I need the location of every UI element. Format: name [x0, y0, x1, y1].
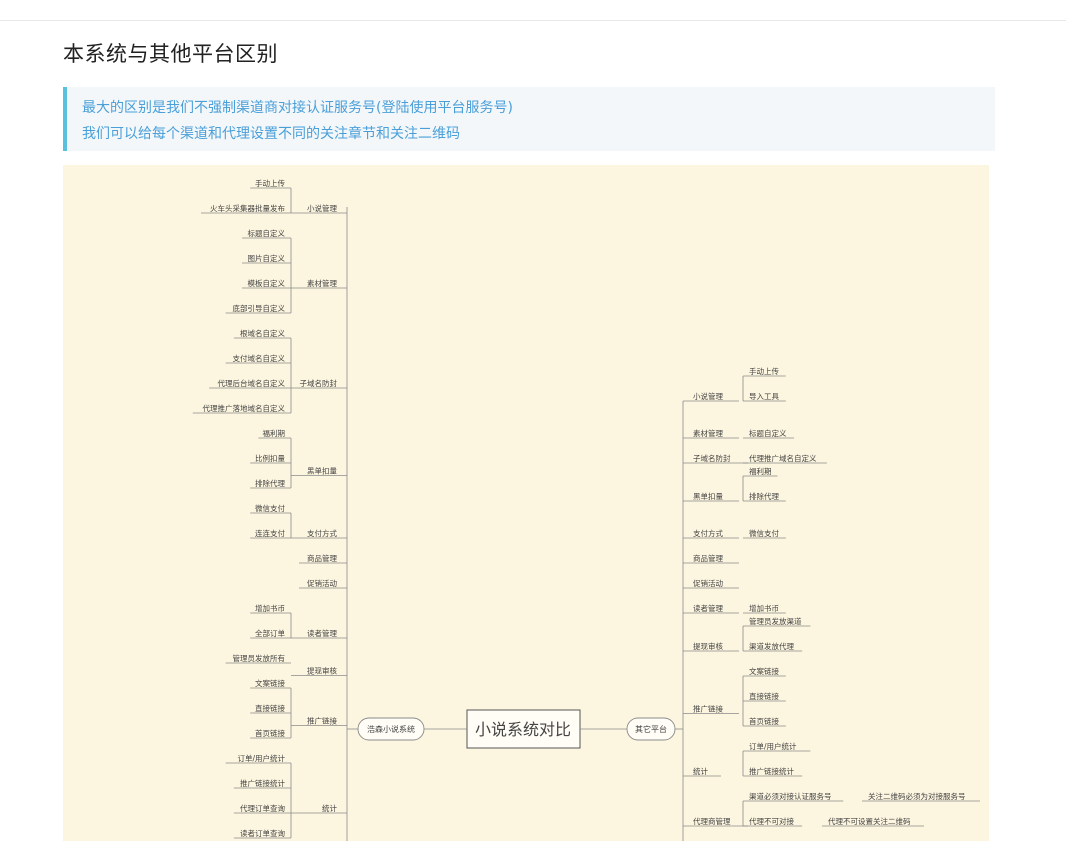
root-label: 小说系统对比 [475, 720, 571, 739]
left-leaf-3-1: 比例扣量 [255, 453, 285, 463]
left-leaf-2-3: 代理推广落地域名自定义 [203, 403, 286, 413]
right-leaf-9-2: 首页链接 [749, 716, 779, 726]
left-leaf-4-0: 微信支付 [255, 503, 285, 513]
right-leaf-3-1: 排除代理 [749, 491, 779, 501]
right-leaf-9-0: 文案链接 [749, 666, 779, 676]
left-leaf-7-0: 增加书币 [255, 603, 285, 613]
left-leaf-1-0: 标题自定义 [248, 228, 286, 238]
right-leaf-3-0: 福利期 [749, 466, 772, 476]
note-line-1: 最大的区别是我们不强制渠道商对接认证服务号(登陆使用平台服务号) [82, 100, 513, 116]
left-leaf-1-2: 模板自定义 [248, 278, 286, 288]
right-leaf-10-1: 推广链接统计 [749, 766, 794, 776]
right-leaf-8-1: 渠道发放代理 [749, 641, 794, 651]
left-leaf-2-0: 根域名自定义 [240, 328, 285, 338]
left-leaf-4-1: 连连支付 [255, 528, 285, 538]
mindmap-image: 手动上传 火车头采集器批量发布 小说管理 标题自定义 图片自定义 模板自定义 底部引导自定义… [63, 165, 989, 841]
left-branch-label: 浩森小说系统 [367, 724, 415, 734]
right-group-5: 商品管理 [693, 553, 723, 563]
right-group-10: 统计 [693, 766, 708, 776]
left-leaf-9-1: 直接链接 [255, 703, 285, 713]
left-leaf-3-0: 福利期 [263, 428, 286, 438]
right-branch-label: 其它平台 [635, 724, 667, 734]
left-group-5: 商品管理 [307, 553, 337, 563]
left-leaf-1-3: 底部引导自定义 [233, 303, 286, 313]
note-blockquote: 最大的区别是我们不强制渠道商对接认证服务号(登陆使用平台服务号) 我们可以给每个… [63, 87, 995, 151]
left-group-6: 促销活动 [307, 578, 337, 588]
right-group-1: 素材管理 [693, 428, 723, 438]
left-group-9: 推广链接 [307, 716, 337, 726]
left-leaf-2-1: 支付域名自定义 [233, 353, 286, 363]
left-group-10: 统计 [322, 803, 337, 813]
left-group-7: 读者管理 [307, 628, 337, 638]
right-group-8: 提现审核 [693, 641, 723, 651]
left-leaf-10-1: 推广链接统计 [240, 778, 285, 788]
left-leaf-3-2: 排除代理 [255, 478, 285, 488]
right-group-2: 子域名防封 [693, 453, 731, 463]
right-leaf-1-0: 标题自定义 [749, 428, 787, 438]
right-leaf-10-0: 订单/用户统计 [749, 741, 797, 751]
right-group-0: 小说管理 [693, 391, 723, 401]
right-leaf-8-0: 管理员发放渠道 [749, 616, 802, 626]
left-group-1: 素材管理 [307, 278, 337, 288]
right-leaf-0-1: 导入工具 [749, 392, 779, 401]
left-leaf-9-0: 文案链接 [255, 678, 285, 688]
right-group-6: 促销活动 [693, 578, 723, 588]
top-divider [0, 20, 1066, 21]
right-extra-1: 代理不可设置关注二维码 [828, 816, 911, 826]
right-leaf-7-0: 增加书币 [749, 603, 779, 613]
left-leaf-0-1: 火车头采集器批量发布 [210, 203, 285, 213]
left-leaf-10-0: 订单/用户统计 [237, 753, 285, 763]
right-leaf-11-1: 代理不可对接 [749, 816, 794, 826]
mindmap-canvas: 手动上传火车头采集器批量发布 小说管理标题自定义图片自定义模板自定义底部引导自定义… [192, 178, 980, 841]
left-leaf-10-3: 读者订单查询 [240, 828, 285, 838]
left-group-0: 小说管理 [307, 203, 337, 213]
right-leaf-0-0: 手动上传 [749, 366, 779, 376]
right-group-3: 黑单扣量 [693, 491, 723, 501]
right-group-9: 推广链接 [693, 704, 723, 714]
left-leaf-7-1: 全部订单 [255, 628, 285, 638]
right-group-7: 读者管理 [693, 603, 723, 613]
left-leaf-1-1: 图片自定义 [248, 253, 286, 263]
left-leaf-2-2: 代理后台域名自定义 [218, 378, 286, 388]
left-leaf-10-2: 代理订单查询 [240, 803, 285, 813]
left-leaf-0-0: 手动上传 [255, 178, 285, 188]
right-leaf-9-1: 直接链接 [749, 691, 779, 701]
right-leaf-11-0: 渠道必须对接认证服务号 [749, 791, 832, 801]
right-leaf-4-0: 微信支付 [749, 528, 779, 538]
left-leaf-9-2: 首页链接 [255, 728, 285, 738]
left-group-8: 提现审核 [307, 666, 337, 676]
left-group-4: 支付方式 [307, 528, 337, 538]
left-leaf-8-0: 管理员发放所有 [233, 653, 286, 663]
right-group-4: 支付方式 [693, 528, 723, 538]
right-extra-0: 关注二维码必须为对接服务号 [868, 791, 966, 801]
right-leaf-2-0: 代理推广域名自定义 [749, 453, 817, 463]
right-group-11: 代理商管理 [693, 816, 731, 826]
left-group-3: 黑单扣量 [307, 466, 337, 476]
left-group-2: 子域名防封 [300, 378, 338, 388]
note-line-2: 我们可以给每个渠道和代理设置不同的关注章节和关注二维码 [82, 126, 460, 142]
page-title: 本系统与其他平台区别 [63, 42, 278, 66]
